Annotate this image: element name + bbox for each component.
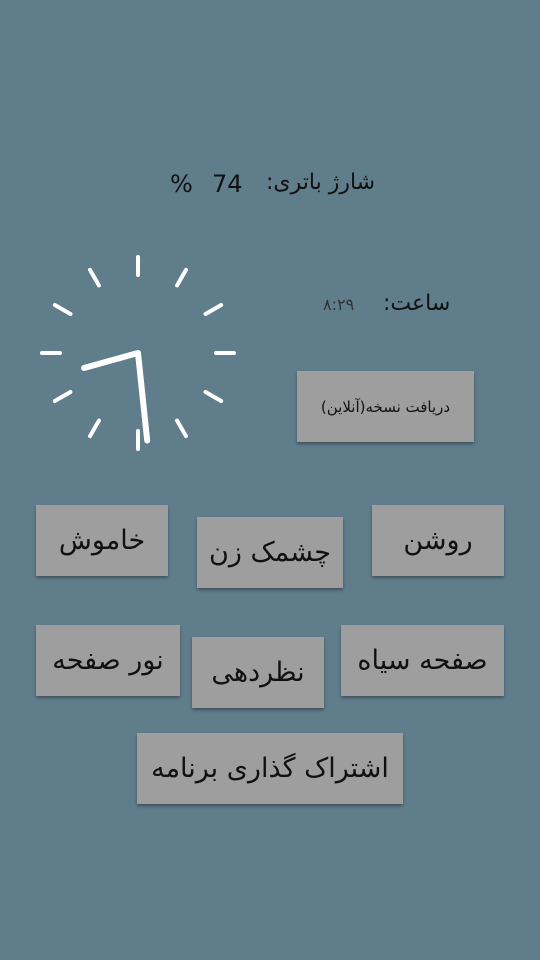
clock-tick	[203, 390, 224, 403]
share-app-button[interactable]: اشتراک گذاری برنامه	[137, 733, 403, 804]
analog-clock	[40, 255, 236, 451]
on-button[interactable]: روشن	[372, 505, 504, 576]
get-version-online-button[interactable]: دریافت نسخه(آنلاین)	[297, 371, 474, 442]
clock-minute-hand	[135, 350, 151, 444]
clock-tick	[175, 418, 188, 439]
clock-tick	[52, 303, 73, 316]
clock-tick	[88, 418, 101, 439]
blink-button[interactable]: چشمک زن	[197, 517, 343, 588]
clock-tick	[52, 390, 73, 403]
time-label: ساعت:	[383, 291, 451, 316]
feedback-button[interactable]: نظردهی	[192, 637, 324, 708]
battery-label: شارژ باتری:	[266, 170, 376, 195]
off-button[interactable]: خاموش	[36, 505, 168, 576]
battery-unit: %	[170, 170, 193, 198]
clock-hour-hand	[81, 350, 141, 371]
clock-tick	[175, 267, 188, 288]
clock-tick	[88, 267, 101, 288]
time-value: ۸:۲۹	[323, 295, 355, 314]
battery-value: 74	[212, 170, 243, 198]
clock-tick	[203, 303, 224, 316]
black-screen-button[interactable]: صفحه سیاه	[341, 625, 504, 696]
screen-light-button[interactable]: نور صفحه	[36, 625, 180, 696]
